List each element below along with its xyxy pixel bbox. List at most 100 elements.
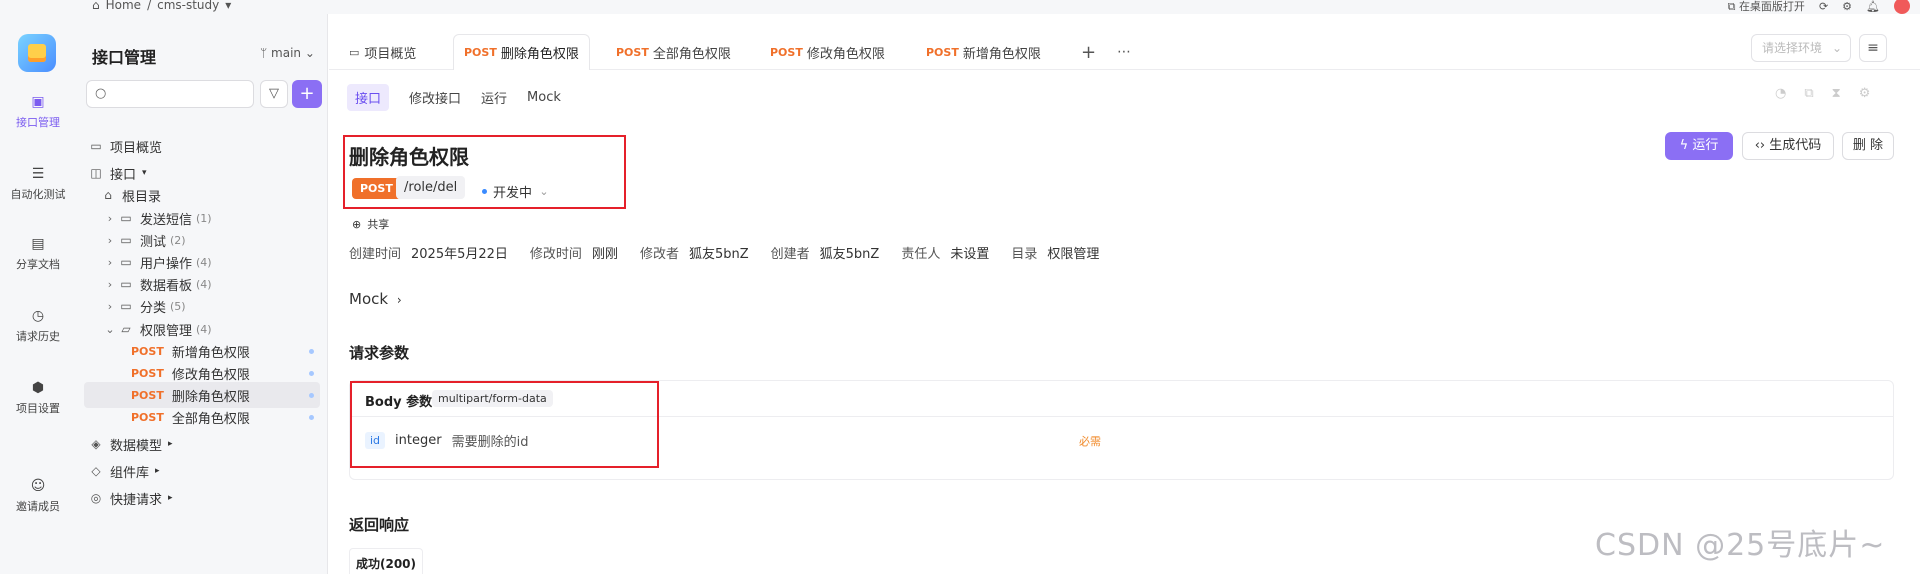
environment-select[interactable]: 请选择环境 ⌄ [1751,34,1851,62]
rail-label: 项目设置 [16,402,60,415]
method-label: POST [131,410,164,424]
rail-item-api-management[interactable]: ▣ 接口管理 [0,94,76,130]
menu-button[interactable]: ≡ [1859,34,1887,62]
mock-label: Mock [349,290,389,308]
run-button[interactable]: ϟ 运行 [1665,132,1733,160]
api-icon: ◫ [90,166,102,180]
status-dot [309,348,314,354]
rail-item-automation[interactable]: ☰ 自动化测试 [0,166,76,202]
folder-icon: ▭ [120,255,132,269]
method-label: POST [131,366,164,380]
watermark: CSDN @25号底片~ [1595,528,1886,563]
settings-icon[interactable]: ⚙ [1859,86,1871,101]
folder-icon: ▭ [120,211,132,225]
subtab-api[interactable]: 接口 [347,84,390,111]
tree-count: (4) [196,277,212,291]
filter-button[interactable]: ▽ [260,80,288,108]
meta-created: 创建时间 2025年5月22日 [349,243,508,262]
chevron-down-icon[interactable]: ▾ [225,0,231,12]
status-dot [482,189,487,194]
tree-count: (1) [196,211,212,225]
tree-api-all-roles[interactable]: POST 全部角色权限 [76,404,328,430]
lightning-icon: ϟ [1679,138,1689,153]
meta-folder: 目录 权限管理 [1011,243,1099,262]
overview-icon: ▭ [349,45,360,59]
tree-label: 数据看板 [140,278,193,294]
tab-add-role[interactable]: POST 新增角色权限 [926,34,1041,70]
tree-section-data-model[interactable]: ◈ 数据模型 ▸ [76,431,328,457]
tab-overview[interactable]: ▭ 项目概览 [349,34,416,70]
status-selector[interactable]: 开发中 ⌄ [482,182,552,201]
rail-item-invite[interactable]: ☺ 邀请成员 [0,478,76,514]
branch-selector[interactable]: ᛘ main ⌄ [260,46,315,60]
response-heading: 返回响应 [349,516,410,534]
chevron-right-icon: › [396,293,402,307]
home-icon[interactable]: ⌂ [92,0,100,12]
app-logo [18,34,56,72]
open-desktop-link[interactable]: ⧉ 在桌面版打开 [1728,0,1805,14]
search-input[interactable]: ○ [86,80,254,108]
search-icon: ○ [95,86,107,101]
mock-section-toggle[interactable]: Mock › [349,290,402,308]
meta-key: 创建时间 [349,247,402,262]
refresh-icon[interactable]: ⟳ [1819,0,1828,13]
subtab-run[interactable]: 运行 [481,88,507,107]
sidebar-title: 接口管理 [92,48,157,67]
breadcrumb-project[interactable]: cms-study [157,0,219,12]
chevron-right-icon: › [107,233,113,247]
filter-icon: ▽ [269,86,279,101]
tab-label: 项目概览 [364,46,417,62]
history-icon[interactable]: ◔ [1775,86,1786,101]
left-rail: ▣ 接口管理 ☰ 自动化测试 ▤ 分享文档 ◷ 请求历史 ⬢ 项目设置 ☺ 邀请… [0,14,76,574]
copy-icon[interactable]: ⧉ [1804,86,1813,101]
meta-value: 权限管理 [1047,247,1100,262]
open-desktop-label: 在桌面版打开 [1738,0,1805,13]
method-label: POST [131,344,164,358]
rail-label: 邀请成员 [16,500,60,513]
meta-key: 创建者 [770,247,810,262]
rail-item-share-docs[interactable]: ▤ 分享文档 [0,236,76,272]
generate-code-button[interactable]: ‹› 生成代码 [1742,132,1834,160]
folder-icon: ▭ [120,277,132,291]
branch-icon: ᛘ [260,46,268,60]
plus-icon: + [299,83,315,104]
chevron-right-icon: › [107,255,113,269]
meta-key: 修改者 [639,247,679,262]
method-label: POST [926,45,959,59]
add-button[interactable]: + [292,80,322,108]
subtab-edit[interactable]: 修改接口 [409,88,461,107]
tree-label: 根目录 [122,189,162,205]
tab-delete-role[interactable]: POST 删除角色权限 [453,34,590,70]
new-tab-button[interactable]: + [1081,34,1096,70]
gear-icon[interactable]: ⚙ [1842,0,1852,13]
rail-item-history[interactable]: ◷ 请求历史 [0,308,76,344]
status-label: 开发中 [493,186,533,201]
meta-modifier: 修改者 狐友5bnZ [640,243,749,262]
tab-all-roles[interactable]: POST 全部角色权限 [616,34,731,70]
tree-label: 发送短信 [140,212,193,228]
response-tab-200[interactable]: 成功(200) [349,548,424,574]
tab-edit-role[interactable]: POST 修改角色权限 [770,34,885,70]
caret-right-icon: ▸ [168,493,173,503]
delete-button[interactable]: 删 除 [1842,132,1894,160]
tree-section-components[interactable]: ◇ 组件库 ▸ [76,458,328,484]
tree-section-quick-request[interactable]: ◎ 快捷请求 ▸ [76,485,328,511]
avatar[interactable] [1894,0,1910,14]
meta-owner: 责任人 未设置 [901,243,989,262]
rail-item-settings[interactable]: ⬢ 项目设置 [0,380,76,416]
sub-tabs: 接口 修改接口 运行 Mock [347,84,561,111]
meta-modified: 修改时间 刚刚 [530,243,618,262]
chevron-down-icon: ⌄ [105,322,115,336]
subtab-tool-icons: ◔ ⧉ ⧗ ⚙ [1775,86,1870,101]
meta-value: 未设置 [950,247,990,262]
bell-icon[interactable]: 🔔︎ [1866,0,1880,13]
status-dot [309,392,314,398]
share-icon[interactable]: ⧗ [1832,86,1841,101]
more-tabs-button[interactable]: ⋯ [1117,34,1131,70]
method-badge: POST [352,178,401,199]
tree-label: 组件库 [110,465,150,481]
subtab-mock[interactable]: Mock [527,90,561,105]
breadcrumb-home[interactable]: Home [106,0,141,12]
sidebar: 接口管理 ᛘ main ⌄ ○ ▽ + ▭ 项目概览 ◫ 接口 ▾ ⌂ 根目录 … [76,14,328,574]
tree-item-overview[interactable]: ▭ 项目概览 [76,133,328,159]
